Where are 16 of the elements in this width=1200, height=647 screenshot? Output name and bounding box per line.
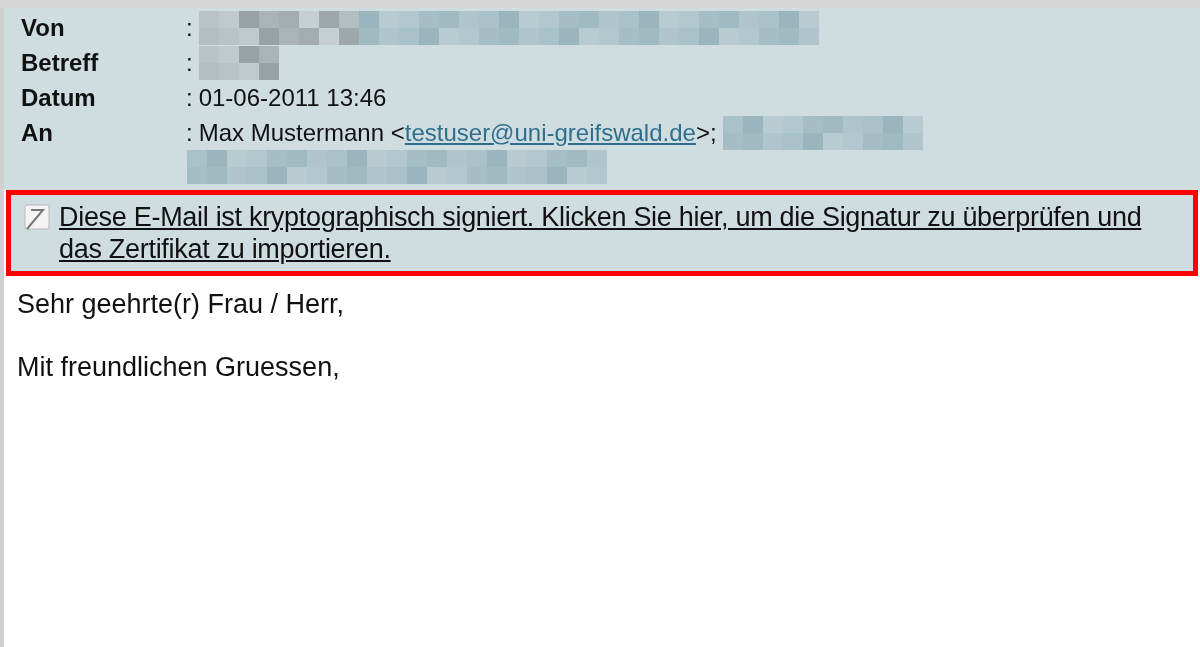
header-value: Max Mustermann < xyxy=(198,117,405,148)
body-text: Mit freundlichen Gruessen, xyxy=(17,351,341,384)
header-label: An xyxy=(20,117,54,148)
header-value: >; xyxy=(695,117,718,148)
colon: : xyxy=(186,47,194,78)
colon: : xyxy=(186,117,194,148)
body-text: Sehr geehrte(r) Frau / Herr, xyxy=(17,288,346,321)
header-label: Von xyxy=(20,12,66,43)
header-value: 01-06-2011 13:46 xyxy=(198,82,387,113)
header-label: Betreff xyxy=(20,47,100,78)
verify-signature-link[interactable]: Diese E-Mail ist kryptographisch signiert. Klicken Sie hier, um die Signatur zu überprüfen und das Zertifikat zu importieren. xyxy=(59,201,1183,265)
header-label: Datum xyxy=(20,82,97,113)
colon: : xyxy=(186,82,194,113)
colon: : xyxy=(186,12,194,43)
pen-icon xyxy=(21,203,51,233)
email-link[interactable]: testuser@uni-greifswald.de xyxy=(404,114,696,151)
